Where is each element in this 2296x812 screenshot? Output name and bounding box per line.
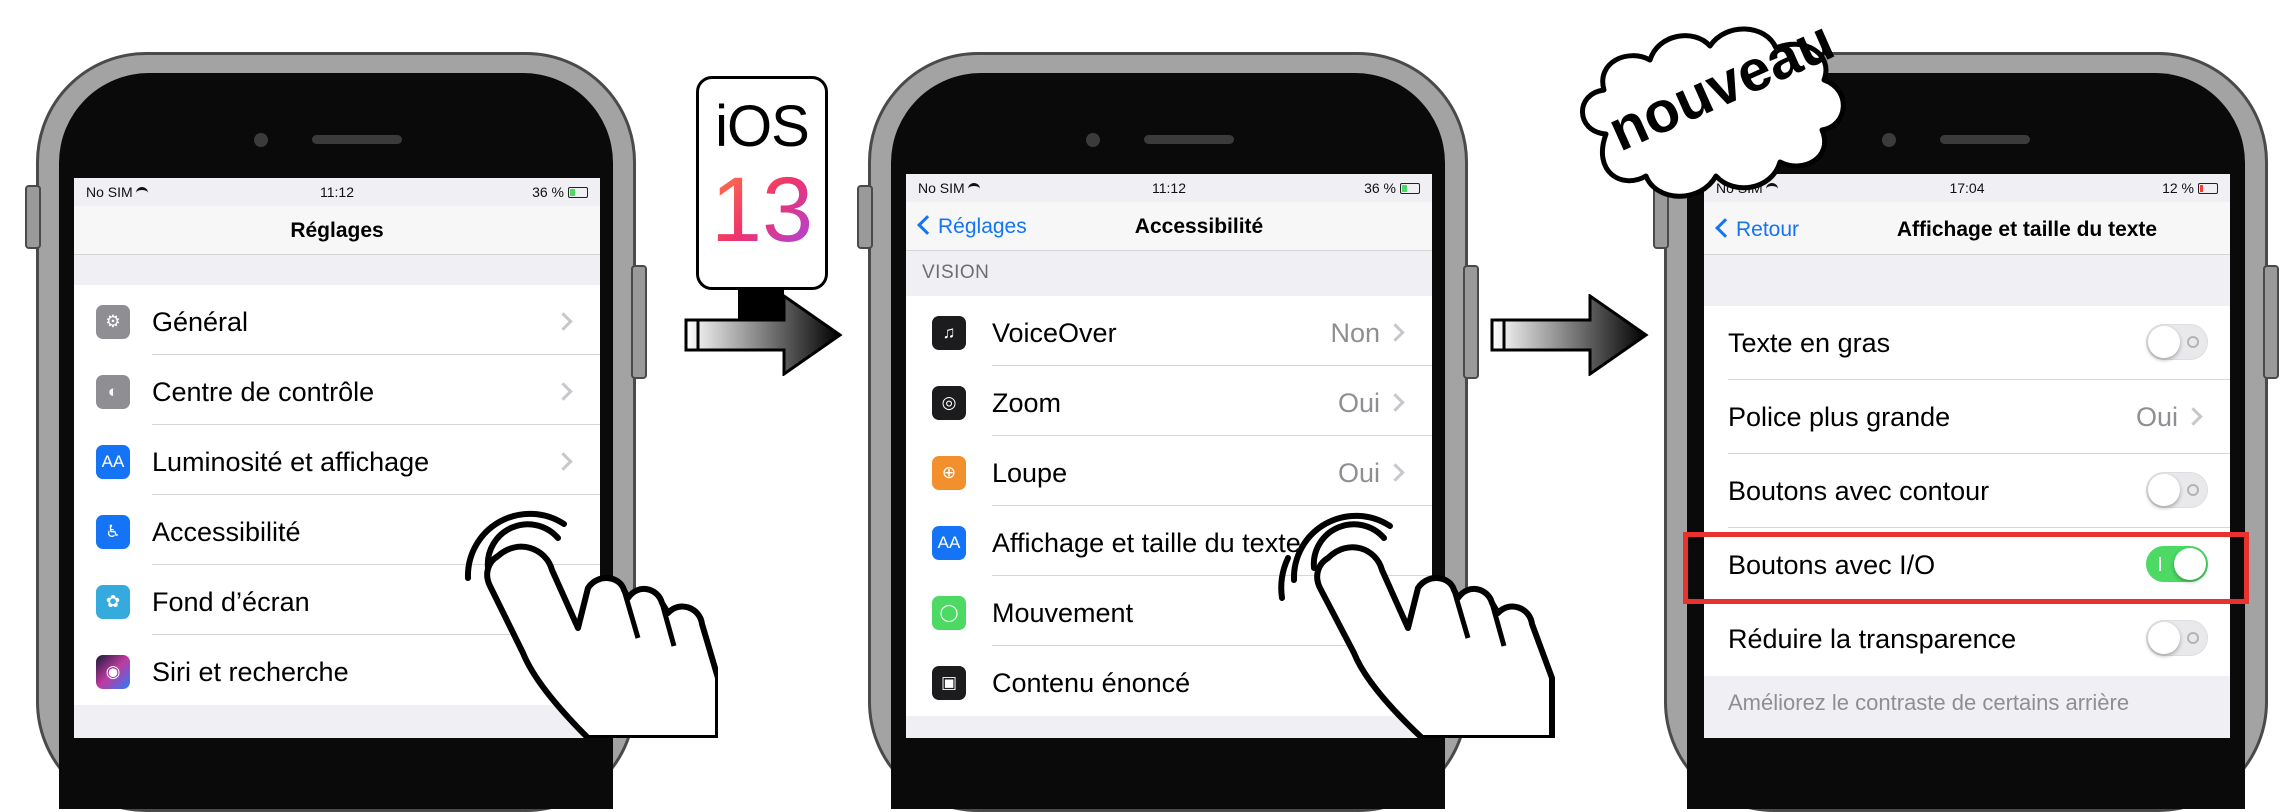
- battery-icon: [1400, 182, 1420, 194]
- cloud-badge: nouveau: [1580, 14, 1846, 199]
- reduce-transparency-toggle[interactable]: [2146, 620, 2208, 656]
- settings-row-general[interactable]: ⚙ Général: [74, 285, 600, 355]
- page-title: Affichage et taille du texte: [1896, 218, 2158, 241]
- switches-icon: ◐: [96, 375, 130, 409]
- text-size-icon: AA: [96, 445, 130, 479]
- row-voiceover[interactable]: ♫ VoiceOver Non: [906, 296, 1432, 366]
- row-larger-text[interactable]: Police plus grande Oui: [1704, 380, 2230, 454]
- row-value: Oui: [1337, 388, 1380, 418]
- row-label: Zoom: [992, 388, 1062, 418]
- badge-stand: [738, 290, 784, 320]
- row-label: Accessibilité: [152, 517, 301, 547]
- nav-bar: Réglages: [74, 206, 600, 255]
- accessibility-icon: ♿: [96, 515, 130, 549]
- spoken-content-icon: ▣: [932, 666, 966, 700]
- row-label: Siri et recherche: [152, 657, 349, 687]
- row-reduce-transparency: Réduire la transparence: [1704, 602, 2230, 676]
- row-label: Mouvement: [992, 598, 1134, 628]
- row-label: Luminosité et affichage: [152, 447, 430, 477]
- battery-percent: 12 %: [2162, 180, 2194, 196]
- wallpaper-icon: ✿: [96, 585, 130, 619]
- page-title: Accessibilité: [1134, 215, 1264, 238]
- row-label: Police plus grande: [1728, 402, 1951, 432]
- row-label: VoiceOver: [992, 318, 1117, 348]
- row-button-shapes: Boutons avec contour: [1704, 454, 2230, 528]
- front-camera: [254, 133, 268, 147]
- front-camera: [1882, 133, 1896, 147]
- highlight-frame: [1683, 532, 2249, 604]
- row-label: Affichage et taille du texte: [992, 528, 1301, 558]
- chevron-right-icon: [554, 312, 573, 331]
- status-bar: No SIM 11:12 36 %: [74, 178, 600, 206]
- clock: 11:12: [320, 184, 354, 200]
- nav-bar: Réglages Accessibilité: [906, 202, 1432, 251]
- motion-icon: ◯: [932, 596, 966, 630]
- ios-label: iOS: [715, 94, 810, 159]
- button-shapes-toggle[interactable]: [2146, 472, 2208, 508]
- row-value: Non: [1330, 318, 1380, 348]
- side-button: [631, 265, 647, 379]
- battery-icon: [2198, 182, 2218, 194]
- earpiece: [312, 135, 402, 144]
- status-bar: No SIM 11:12 36 %: [906, 174, 1432, 202]
- magnifier-icon: ⊕: [932, 456, 966, 490]
- clock: 11:12: [1152, 180, 1186, 196]
- chevron-right-icon: [554, 452, 573, 471]
- zoom-icon: ◎: [932, 386, 966, 420]
- earpiece: [1940, 135, 2030, 144]
- chevron-right-icon: [554, 382, 573, 401]
- section-header: VISION: [922, 262, 990, 283]
- voiceover-icon: ♫: [932, 316, 966, 350]
- row-label: Texte en gras: [1728, 328, 1891, 358]
- chevron-right-icon: [2184, 407, 2203, 426]
- side-button: [2263, 265, 2279, 379]
- display-options-list: Texte en gras Police plus grande Oui Bou…: [1704, 306, 2230, 676]
- front-camera: [1086, 133, 1100, 147]
- text-size-icon: AA: [932, 526, 966, 560]
- gear-icon: ⚙: [96, 305, 130, 339]
- row-label: Boutons avec contour: [1728, 476, 1990, 506]
- row-label: Contenu énoncé: [992, 668, 1191, 698]
- footer-note: Améliorez le contraste de certains arriè…: [1728, 690, 2130, 715]
- side-button: [1463, 265, 1479, 379]
- row-label: Réduire la transparence: [1728, 624, 2017, 654]
- page-title: Réglages: [290, 219, 384, 242]
- siri-icon: ◉: [96, 655, 130, 689]
- ios-13-badge: iOS 13: [696, 76, 828, 290]
- back-button[interactable]: Retour: [1718, 218, 1799, 242]
- bold-text-toggle[interactable]: [2146, 324, 2208, 360]
- right-arrow-icon: [1490, 294, 1649, 376]
- row-label: Loupe: [992, 458, 1068, 488]
- row-bold-text: Texte en gras: [1704, 306, 2230, 380]
- screen-display-text-size: No SIM 17:04 12 % Retour Affichage et ta…: [1704, 174, 2230, 738]
- tapping-hand-icon: [464, 510, 718, 738]
- row-value: Oui: [2135, 402, 2178, 432]
- version-label: 13: [699, 164, 825, 256]
- chevron-right-icon: [1386, 323, 1405, 342]
- side-button: [857, 185, 873, 249]
- tapping-hand-icon: [1278, 512, 1555, 738]
- chevron-right-icon: [1386, 393, 1405, 412]
- battery-percent: 36 %: [1364, 180, 1396, 196]
- row-zoom[interactable]: ◎ Zoom Oui: [906, 366, 1432, 436]
- battery-icon: [568, 186, 588, 198]
- settings-row-control-center[interactable]: ◐ Centre de contrôle: [74, 355, 600, 425]
- row-label: Général: [152, 307, 249, 337]
- side-button: [25, 185, 41, 249]
- row-label: Fond d’écran: [152, 587, 310, 617]
- battery-percent: 36 %: [532, 184, 564, 200]
- row-label: Centre de contrôle: [152, 377, 375, 407]
- earpiece: [1144, 135, 1234, 144]
